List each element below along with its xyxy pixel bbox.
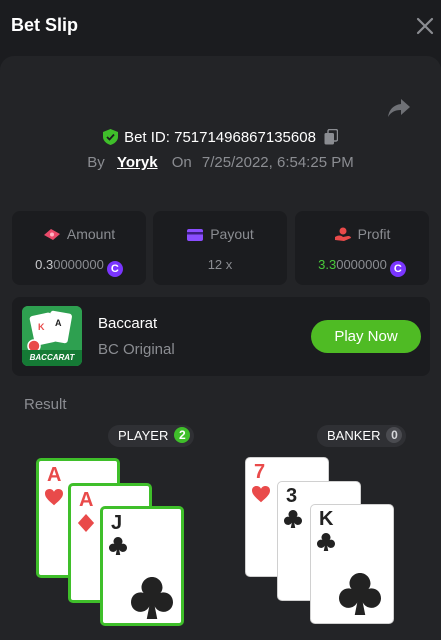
profit-value: 3.30000000 C — [295, 257, 429, 277]
share-icon[interactable] — [387, 97, 411, 119]
card-rank: 7 — [254, 461, 266, 483]
club-large-suit-icon — [131, 577, 173, 619]
amount-value: 0.30000000 C — [12, 257, 146, 277]
bet-author-row: By Yoryk On 7/25/2022, 6:54:25 PM — [0, 154, 441, 171]
header: Bet Slip — [0, 0, 441, 56]
amount-label: Amount — [66, 226, 116, 242]
baccarat-thumbnail[interactable]: K A BACCARAT — [22, 306, 82, 366]
game-name: Baccarat — [98, 315, 158, 332]
payout-value: 12 x — [207, 257, 233, 272]
heart-suit-icon — [252, 486, 270, 503]
club-large-suit-icon — [339, 573, 381, 615]
svg-text:A: A — [55, 318, 62, 328]
payout-stat: Payout 12 x — [153, 211, 287, 285]
profit-hand-icon — [334, 227, 351, 241]
profit-stat: Profit 3.30000000 C — [295, 211, 429, 285]
club-suit-icon — [284, 510, 302, 528]
player-card-3: J — [100, 506, 184, 626]
bet-id: Bet ID: 75171496867135608 — [124, 129, 316, 146]
by-label: By — [87, 154, 105, 171]
card-rank: J — [111, 512, 123, 534]
result-label: Result — [24, 396, 67, 413]
svg-text:K: K — [38, 322, 45, 332]
card-rank: 3 — [286, 485, 298, 507]
on-label: On — [171, 154, 192, 171]
club-suit-icon — [317, 533, 335, 551]
baccarat-logo-icon: K A BACCARAT — [22, 306, 82, 366]
profit-label: Profit — [357, 226, 391, 242]
player-label: PLAYER 2 — [108, 425, 195, 447]
coin-icon: C — [106, 261, 123, 277]
amount-stat: Amount 0.30000000 C — [12, 211, 146, 285]
amount-header: Amount — [12, 226, 146, 242]
verified-shield-icon — [103, 129, 119, 145]
bet-datetime: 7/25/2022, 6:54:25 PM — [201, 154, 354, 171]
copy-icon[interactable] — [324, 129, 338, 145]
payout-label: Payout — [210, 226, 254, 242]
banker-card-3: K — [310, 504, 394, 624]
heart-suit-icon — [45, 489, 63, 506]
amount-icon — [43, 229, 60, 240]
banker-score-badge: 0 — [386, 427, 403, 443]
coin-icon: C — [389, 261, 406, 277]
card-rank: A — [47, 464, 62, 486]
page-title: Bet Slip — [11, 15, 79, 35]
play-now-button[interactable]: Play Now — [311, 320, 421, 353]
banker-label: BANKER 0 — [317, 425, 407, 447]
close-icon[interactable] — [414, 15, 436, 37]
card-rank: A — [79, 489, 94, 511]
svg-text:BACCARAT: BACCARAT — [30, 353, 76, 362]
payout-header: Payout — [153, 226, 287, 242]
game-subtitle: BC Original — [98, 341, 175, 358]
game-card: K A BACCARAT Baccarat BC Original Play N… — [12, 297, 430, 376]
player-score-badge: 2 — [174, 427, 191, 443]
bet-id-row: Bet ID: 75171496867135608 — [0, 129, 441, 146]
diamond-suit-icon — [77, 514, 95, 532]
club-suit-icon — [109, 537, 127, 555]
profit-header: Profit — [295, 226, 429, 242]
payout-card-icon — [187, 229, 204, 241]
user-link[interactable]: Yoryk — [117, 154, 158, 171]
card-rank: K — [319, 508, 334, 530]
